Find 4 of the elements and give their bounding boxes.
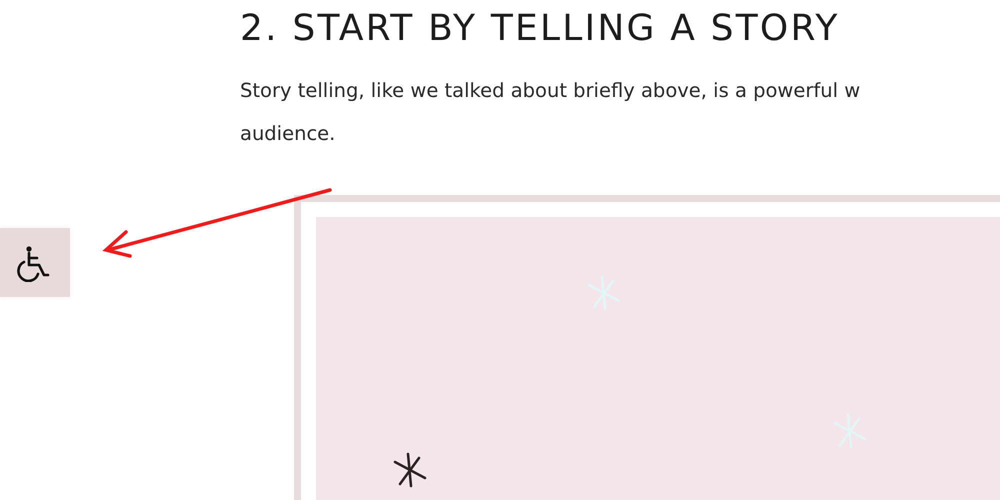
- accessibility-button[interactable]: [0, 228, 70, 297]
- section-heading: 2. START BY TELLING A STORY: [240, 8, 840, 49]
- paragraph-line: Story telling, like we talked about briefly above, is a powerful w: [240, 78, 860, 104]
- paragraph-line: audience.: [240, 121, 336, 147]
